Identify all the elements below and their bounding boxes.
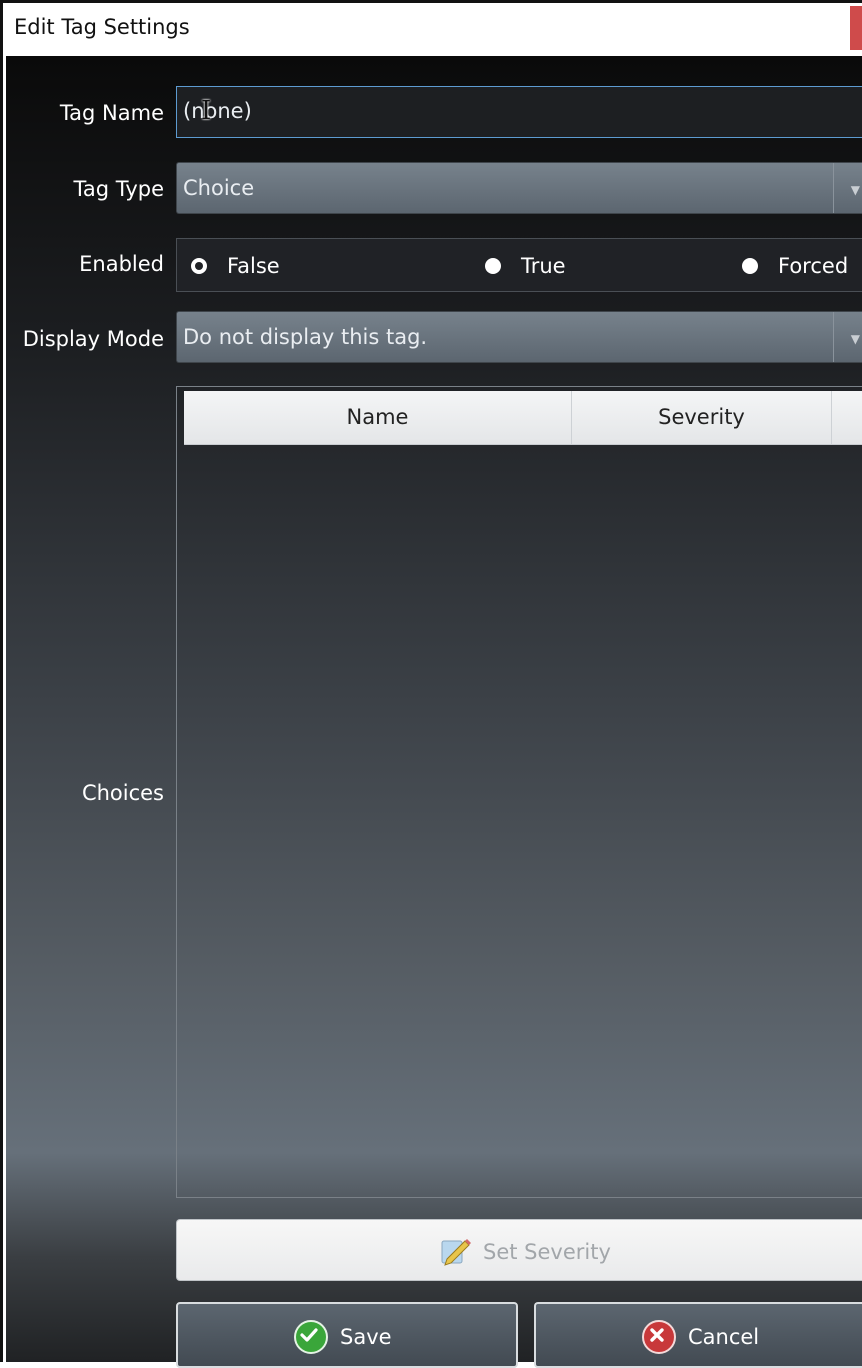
save-content: Save xyxy=(294,1320,392,1354)
cancel-label: Cancel xyxy=(688,1325,760,1349)
save-label: Save xyxy=(340,1325,392,1349)
dropdown-button[interactable]: ▼ xyxy=(833,163,862,213)
title-bar: Edit Tag Settings xyxy=(6,6,862,56)
tag-name-label: Tag Name xyxy=(59,101,164,125)
save-button[interactable]: Save xyxy=(176,1302,518,1368)
cancel-x-icon xyxy=(642,1320,676,1354)
set-severity-button[interactable]: Set Severity xyxy=(176,1219,862,1281)
chevron-down-icon: ▼ xyxy=(850,183,860,197)
display-mode-label: Display Mode xyxy=(22,327,164,351)
choices-label: Choices xyxy=(81,781,164,805)
chevron-down-icon: ▼ xyxy=(850,332,860,346)
dialog-window: Edit Tag Settings Tag Name (none) I Tag … xyxy=(0,0,862,1368)
checkmark-icon xyxy=(294,1320,328,1354)
dropdown-button[interactable]: ▼ xyxy=(833,312,862,362)
enabled-radio-group: False True Forced xyxy=(176,238,862,292)
column-header-name[interactable]: Name xyxy=(184,391,572,444)
cancel-content: Cancel xyxy=(642,1320,759,1354)
radio-false[interactable]: False xyxy=(191,252,280,280)
set-severity-content: Set Severity xyxy=(439,1235,611,1269)
window-title: Edit Tag Settings xyxy=(14,15,190,39)
tag-name-input[interactable]: (none) I xyxy=(176,86,862,138)
tag-type-label: Tag Type xyxy=(73,177,164,201)
radio-checked-icon xyxy=(191,258,207,274)
radio-false-label: False xyxy=(227,254,280,278)
cancel-button[interactable]: Cancel xyxy=(534,1302,862,1368)
radio-true[interactable]: True xyxy=(485,252,566,280)
pencil-icon xyxy=(441,1239,471,1266)
tag-type-dropdown[interactable]: Choice ▼ xyxy=(176,162,862,214)
tag-type-value: Choice xyxy=(183,176,255,200)
column-header-severity[interactable]: Severity xyxy=(572,391,832,444)
close-button[interactable] xyxy=(850,6,862,50)
tag-name-value: (none) xyxy=(183,99,252,123)
choices-grid[interactable]: Name Severity xyxy=(176,386,862,1198)
radio-forced[interactable]: Forced xyxy=(742,252,848,280)
set-severity-label: Set Severity xyxy=(483,1240,611,1264)
radio-unchecked-icon xyxy=(742,258,758,274)
display-mode-value: Do not display this tag. xyxy=(183,325,428,349)
radio-forced-label: Forced xyxy=(778,254,849,278)
display-mode-dropdown[interactable]: Do not display this tag. ▼ xyxy=(176,311,862,363)
enabled-label: Enabled xyxy=(79,252,164,276)
radio-unchecked-icon xyxy=(485,258,501,274)
grid-header: Name Severity xyxy=(184,391,862,445)
radio-true-label: True xyxy=(521,254,566,278)
i-beam-cursor-icon: I xyxy=(201,96,212,126)
dialog-content: Tag Name (none) I Tag Type Choice ▼ Enab… xyxy=(6,56,862,1368)
